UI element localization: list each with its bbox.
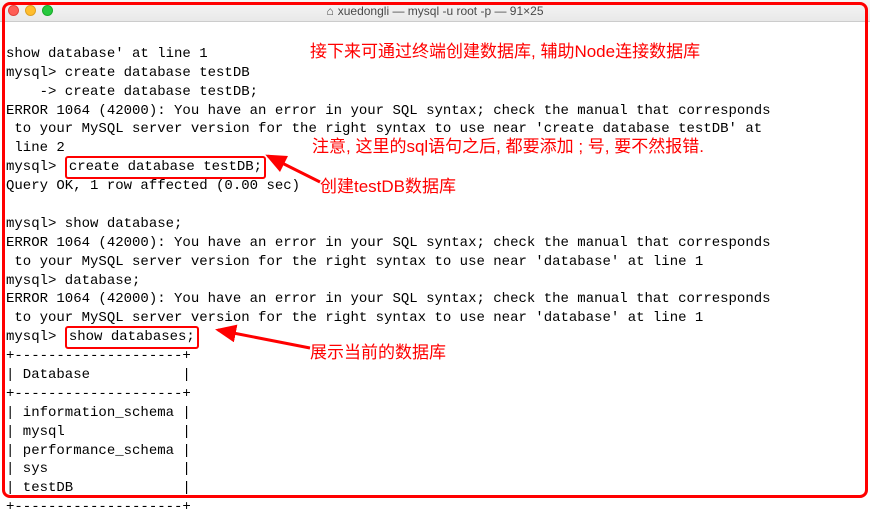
term-line: Query OK, 1 row affected (0.00 sec) xyxy=(6,178,300,194)
term-prompt-pre: mysql> xyxy=(6,159,65,175)
term-line: ERROR 1064 (42000): You have an error in… xyxy=(6,235,771,251)
term-line: mysql> create database testDB xyxy=(6,65,250,81)
table-border: +--------------------+ xyxy=(6,386,191,402)
table-row: | performance_schema | xyxy=(6,443,191,459)
term-line: ERROR 1064 (42000): You have an error in… xyxy=(6,103,771,119)
annotation-top: 接下来可通过终端创建数据库, 辅助Node连接数据库 xyxy=(310,37,700,62)
table-row: | sys | xyxy=(6,461,191,477)
term-line: mysql> show database; xyxy=(6,216,182,232)
highlighted-command-create: create database testDB; xyxy=(65,156,266,179)
term-line: ERROR 1064 (42000): You have an error in… xyxy=(6,291,771,307)
table-border: +--------------------+ xyxy=(6,348,191,364)
term-line: to your MySQL server version for the rig… xyxy=(6,254,703,270)
annotation-create-db: 创建testDB数据库 xyxy=(320,172,456,197)
window-title-text: xuedongli — mysql -u root -p — 91×25 xyxy=(338,4,544,18)
table-header: | Database | xyxy=(6,367,191,383)
terminal-output[interactable]: show database' at line 1 mysql> create d… xyxy=(0,22,870,523)
window-titlebar: ⌂ xuedongli — mysql -u root -p — 91×25 xyxy=(0,0,870,22)
highlighted-command-show: show databases; xyxy=(65,326,199,349)
term-line: mysql> database; xyxy=(6,273,140,289)
table-row: | information_schema | xyxy=(6,405,191,421)
home-icon: ⌂ xyxy=(326,4,333,18)
term-line: line 2 xyxy=(6,140,65,156)
annotation-semicolon: 注意, 这里的sql语句之后, 都要添加 ; 号, 要不然报错. xyxy=(312,132,704,157)
table-border: +--------------------+ xyxy=(6,499,191,515)
table-row: | testDB | xyxy=(6,480,191,496)
window-title: ⌂ xuedongli — mysql -u root -p — 91×25 xyxy=(0,4,870,18)
term-line: -> create database testDB; xyxy=(6,84,258,100)
term-prompt-pre: mysql> xyxy=(6,329,65,345)
annotation-show-db: 展示当前的数据库 xyxy=(310,338,446,363)
term-line: to your MySQL server version for the rig… xyxy=(6,310,703,326)
term-line: show database' at line 1 xyxy=(6,46,208,62)
table-row: | mysql | xyxy=(6,424,191,440)
